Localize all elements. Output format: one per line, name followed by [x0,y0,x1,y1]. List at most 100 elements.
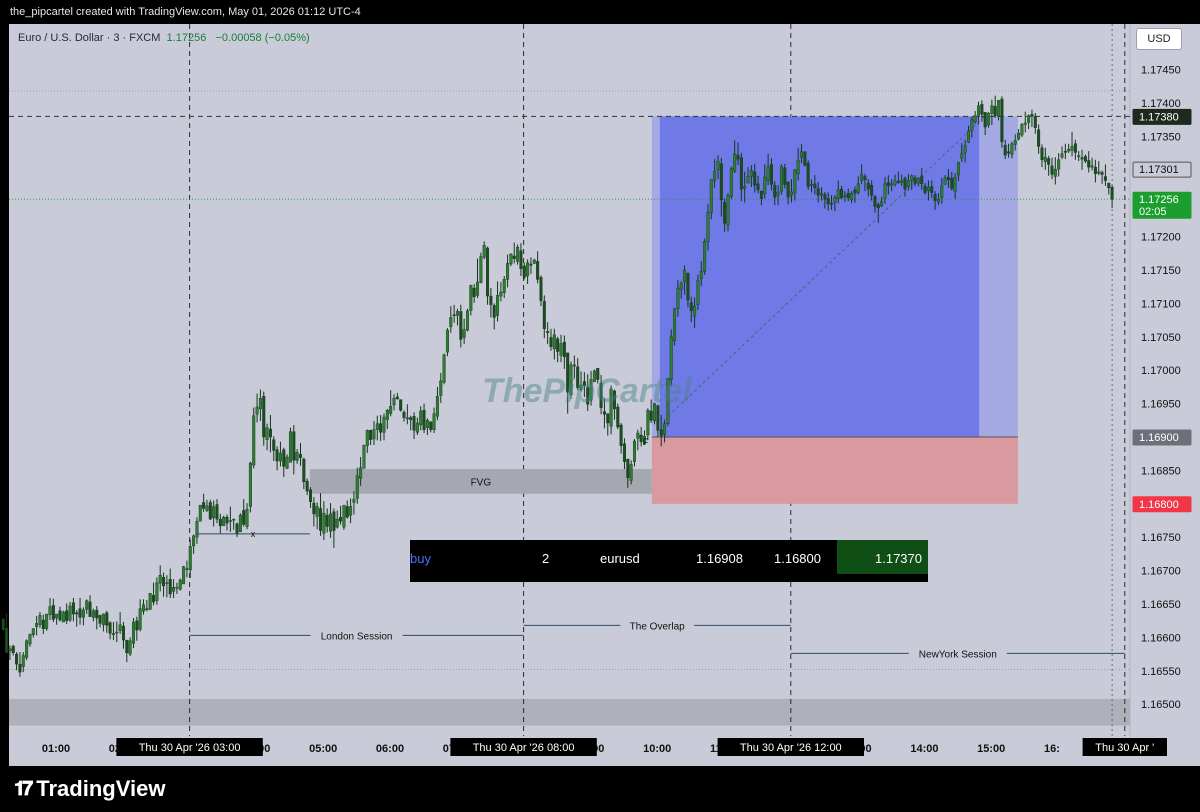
y-tick-label: 1.16750 [1141,532,1181,544]
candle[interactable] [442,353,446,385]
y-tick-label: 1.16500 [1141,699,1181,711]
candle[interactable] [342,504,346,530]
candle[interactable] [469,284,473,316]
candle[interactable] [25,639,29,661]
candle[interactable] [248,461,252,513]
y-tick-label: 1.17400 [1141,98,1181,110]
y-tick-label: 1.17350 [1141,131,1181,143]
candle-body [532,259,536,264]
candle-body [943,177,947,185]
candle-body [880,200,884,207]
candle-body [262,396,266,438]
candle[interactable] [252,407,256,469]
candle-body [1080,157,1084,160]
candle-body [746,176,750,184]
x-marker-label: Thu 30 Apr '26 12:00 [740,742,842,754]
candle-body [302,458,306,482]
candle[interactable] [445,328,449,357]
candle[interactable] [1,618,5,631]
candle[interactable] [288,427,292,463]
candle[interactable] [479,252,483,284]
candle-body [1050,165,1054,175]
candle[interactable] [779,164,783,195]
candle-body [372,429,376,440]
candle-body [145,608,149,610]
candle-body [629,464,633,481]
candle-body [202,502,206,509]
candle[interactable] [198,504,202,522]
candle[interactable] [182,565,186,585]
candle-body [649,410,653,421]
candle-body [693,305,697,317]
candle[interactable] [131,618,135,649]
candle-body [923,185,927,193]
tradingview-logo[interactable]: 𝟏𝟕 TradingView [14,776,165,802]
currency-button[interactable]: USD [1136,28,1182,50]
candle-body [462,329,466,338]
candle-body [242,510,246,525]
candle-body [1017,132,1021,140]
candle-body [572,364,576,367]
candle-body [162,577,166,587]
candle-body [121,625,125,641]
candle[interactable] [486,246,490,305]
candle-body [101,613,105,625]
y-tick-label: 1.17000 [1141,365,1181,377]
candle[interactable] [399,399,403,412]
candle[interactable] [803,151,807,167]
candle-body [496,295,500,316]
candle-body [936,198,940,203]
candle[interactable] [806,160,810,190]
candle[interactable] [1020,123,1024,138]
candle-body [749,170,753,177]
candle[interactable] [729,166,733,200]
candle-body [509,253,513,265]
candle-body [115,631,119,634]
candle[interactable] [61,610,65,623]
tradingview-mark-icon: 𝟏𝟕 [14,777,33,800]
candle-body [1,618,5,631]
candle-body [953,176,957,192]
candle[interactable] [238,513,242,533]
candle-body [823,194,827,200]
candle-body [689,302,693,311]
candle[interactable] [465,308,469,332]
candle-body [506,263,510,280]
candle-body [786,181,790,198]
candle[interactable] [1000,96,1004,148]
candle-body [455,311,459,316]
candle-body [679,283,683,290]
y-tick-label: 1.16850 [1141,465,1181,477]
candle-body [706,212,710,243]
candle-body [552,334,556,350]
candle[interactable] [208,499,212,520]
candle[interactable] [148,593,152,611]
candle-body [753,171,757,186]
candle-body [148,593,152,610]
x-marker-label: Thu 30 Apr '26 08:00 [473,742,575,754]
candle-body [185,568,189,570]
candle-body [1057,159,1061,170]
candle-body [195,520,199,538]
candle-body [940,185,944,199]
long-position-stop-zone[interactable] [651,437,1018,504]
candle[interactable] [703,238,707,275]
candle[interactable] [673,308,677,346]
candle[interactable] [178,578,182,591]
candle[interactable] [696,274,700,311]
candle-body [342,504,346,528]
candle[interactable] [509,253,513,266]
candle-body [198,504,202,522]
candle-body [369,430,373,440]
candle-body [966,130,970,143]
candle-body [763,176,767,195]
candle-body [8,648,12,651]
candle-body [268,428,272,438]
candle-body [973,115,977,122]
candle[interactable] [45,613,49,631]
candle-body [476,281,480,296]
candle[interactable] [362,444,366,469]
candle-body [322,512,326,534]
candle-body [168,579,172,595]
candle[interactable] [222,515,226,527]
